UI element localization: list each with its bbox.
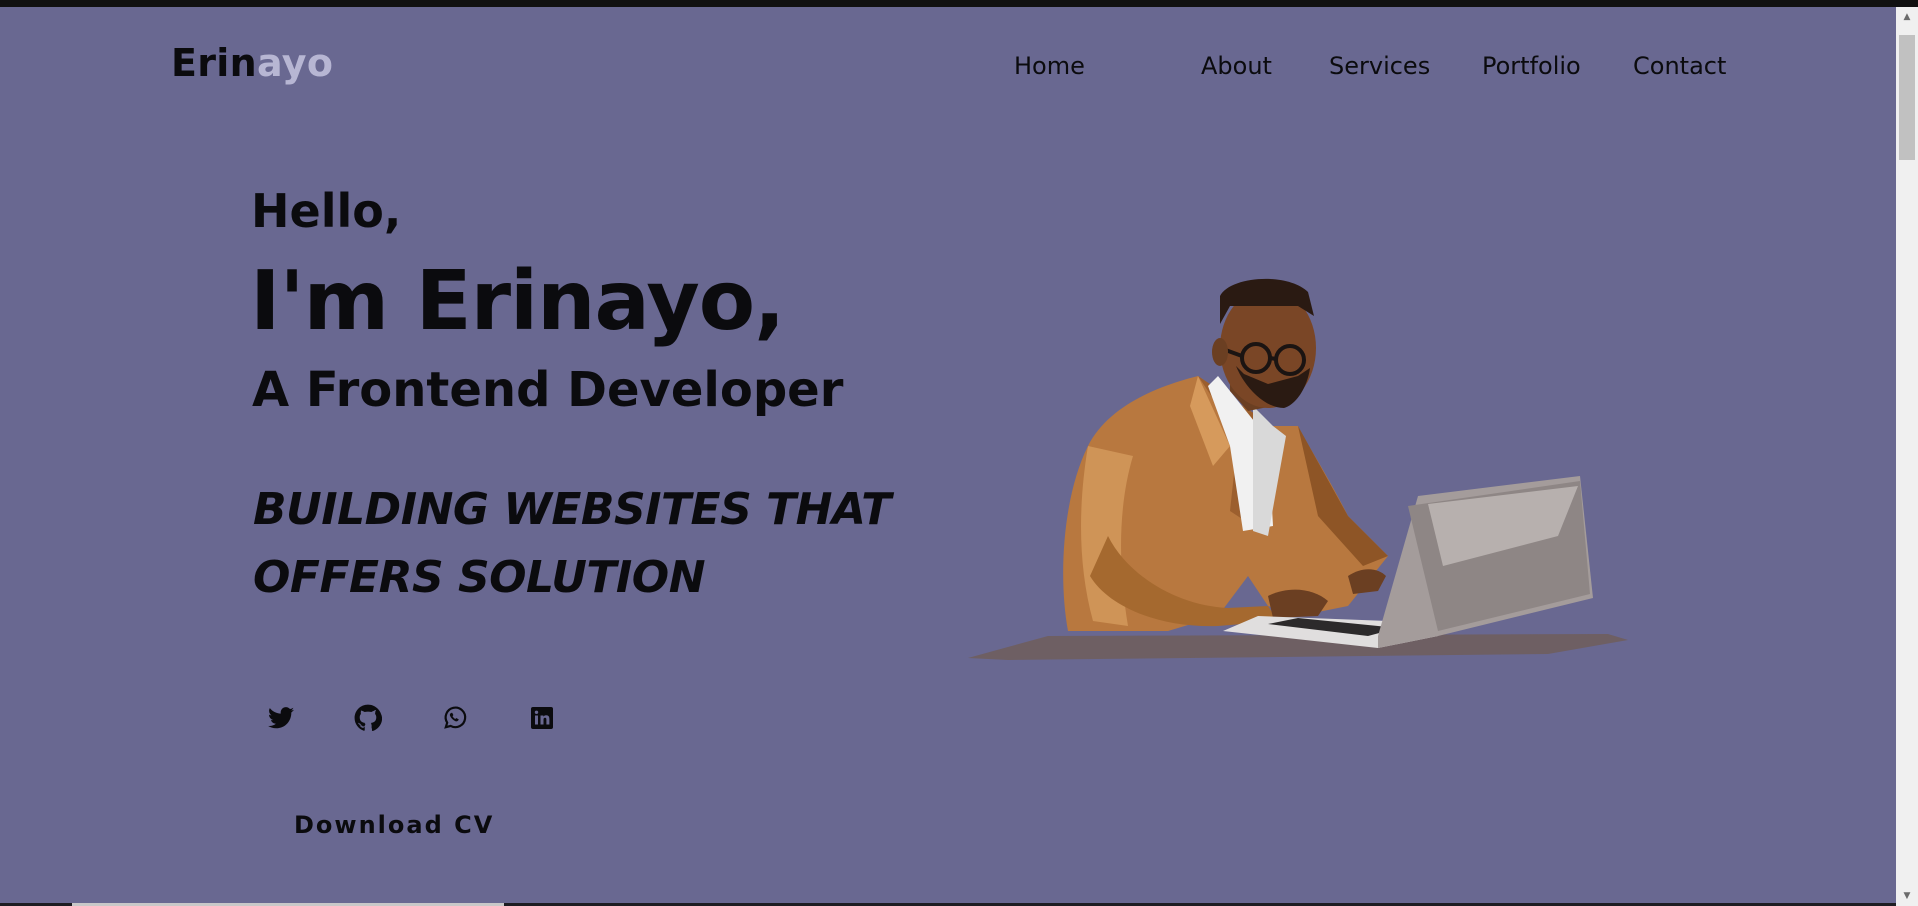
nav-link-home[interactable]: Home bbox=[1014, 52, 1085, 80]
vertical-scrollbar[interactable]: ▲ ▼ bbox=[1896, 7, 1918, 906]
nav-link-contact[interactable]: Contact bbox=[1633, 52, 1726, 80]
whatsapp-icon bbox=[444, 706, 467, 729]
hero-greeting: Hello, bbox=[251, 184, 402, 238]
hero-name: I'm Erinayo, bbox=[250, 254, 785, 349]
window-top-border bbox=[0, 0, 1918, 7]
twitter-icon bbox=[268, 707, 294, 729]
github-link[interactable] bbox=[352, 702, 384, 734]
twitter-link[interactable] bbox=[265, 702, 297, 734]
nav-link-about[interactable]: About bbox=[1201, 52, 1272, 80]
linkedin-icon bbox=[531, 707, 553, 729]
hero-tagline: BUILDING WEBSITES THAT OFFERS SOLUTION bbox=[253, 476, 893, 612]
site-logo[interactable]: Erinayo bbox=[171, 41, 333, 85]
man-with-laptop-illustration bbox=[968, 278, 1628, 660]
download-cv-button[interactable]: Download CV bbox=[272, 805, 516, 845]
scroll-down-arrow-icon[interactable]: ▼ bbox=[1896, 886, 1918, 906]
github-icon bbox=[354, 704, 382, 731]
tagline-line-2: OFFERS SOLUTION bbox=[253, 552, 706, 603]
nav-link-portfolio[interactable]: Portfolio bbox=[1482, 52, 1581, 80]
linkedin-link[interactable] bbox=[526, 702, 558, 734]
whatsapp-link[interactable] bbox=[439, 702, 471, 734]
scrollbar-thumb[interactable] bbox=[1899, 35, 1915, 160]
hero-role: A Frontend Developer bbox=[252, 362, 844, 418]
tagline-line-1: BUILDING WEBSITES THAT bbox=[253, 484, 891, 535]
logo-text-accent: ayo bbox=[256, 41, 334, 85]
nav-link-services[interactable]: Services bbox=[1329, 52, 1430, 80]
site-header: Erinayo Home About Services Portfolio Co… bbox=[0, 7, 1896, 125]
scroll-up-arrow-icon[interactable]: ▲ bbox=[1896, 7, 1918, 27]
logo-text-primary: Erin bbox=[171, 41, 257, 85]
